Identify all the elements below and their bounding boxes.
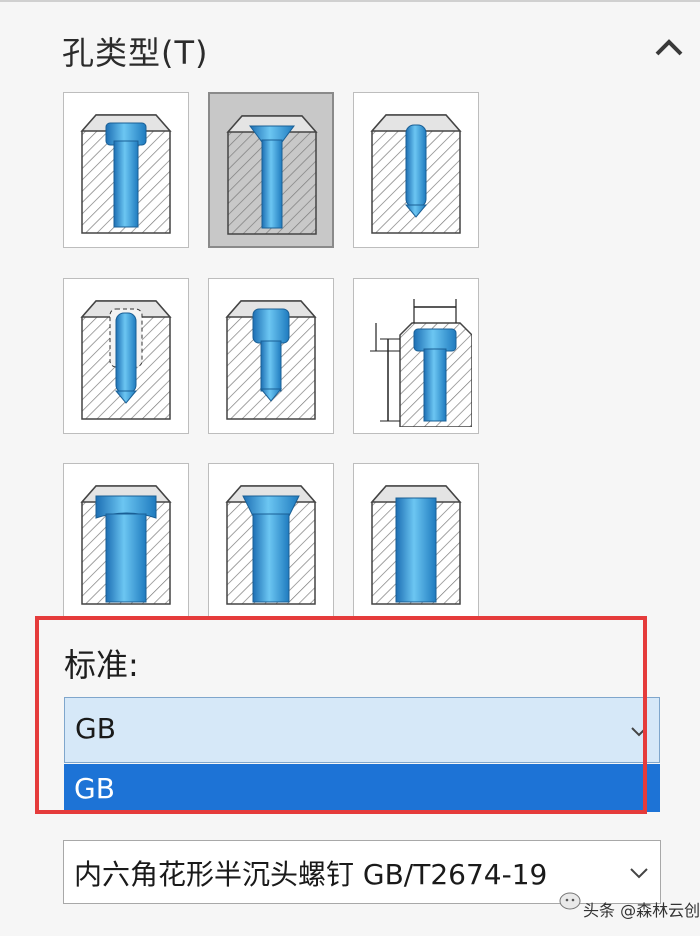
hole-type-straight-tap-button[interactable]: [63, 278, 189, 434]
hole-type-legacy-button[interactable]: [353, 278, 479, 434]
tapered-tap-icon: [225, 300, 317, 420]
hole-type-countersink-button[interactable]: [208, 92, 334, 248]
chevron-up-icon[interactable]: [651, 30, 687, 64]
fastener-type-value: 内六角花形半沉头螺钉 GB/T2674-19: [74, 858, 548, 891]
watermark-text: 头条 @森林云创: [583, 901, 700, 920]
hole-type-simple-hole-button[interactable]: [353, 92, 479, 248]
simple-hole-icon: [370, 114, 462, 234]
section-title-hole-type: 孔类型(T): [62, 34, 209, 72]
hole-type-counterbore-button[interactable]: [63, 92, 189, 248]
hole-type-countersink-slot-button[interactable]: [208, 463, 334, 619]
counterbore-hole-icon: [80, 114, 172, 234]
slot-icon: [370, 485, 462, 605]
highlight-annotation-frame: [35, 616, 647, 814]
hole-type-slot-button[interactable]: [353, 463, 479, 619]
countersink-slot-icon: [225, 485, 317, 605]
panel-top-divider: [0, 0, 700, 2]
wechat-icon: [559, 892, 581, 910]
chevron-down-icon[interactable]: [628, 863, 650, 883]
countersink-hole-icon: [226, 115, 318, 235]
straight-tap-icon: [80, 300, 172, 420]
counterbore-slot-icon: [80, 485, 172, 605]
hole-type-counterbore-slot-button[interactable]: [63, 463, 189, 619]
legacy-hole-icon: [370, 299, 472, 427]
watermark: 头条 @森林云创: [559, 885, 700, 927]
hole-type-tapered-tap-button[interactable]: [208, 278, 334, 434]
